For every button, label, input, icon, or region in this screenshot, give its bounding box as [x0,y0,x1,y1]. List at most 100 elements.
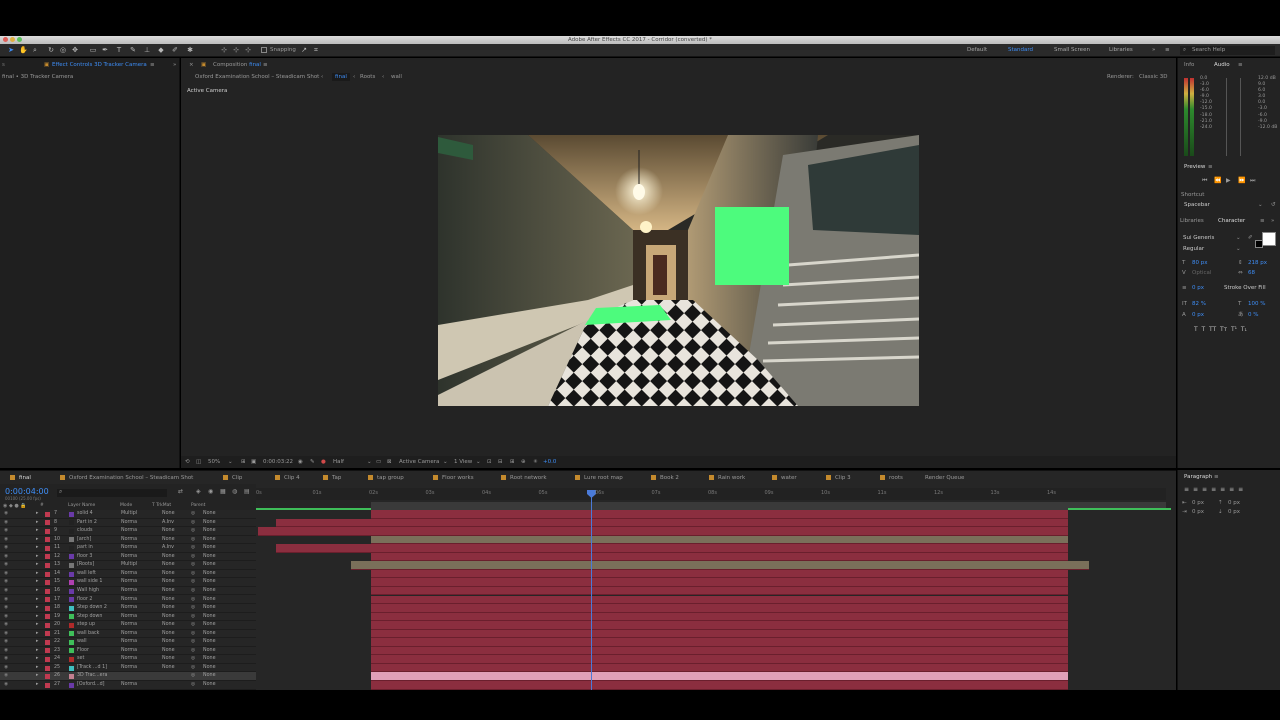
layer-mode[interactable]: Norma [121,655,137,664]
label-color-swatch[interactable] [45,605,50,611]
layer-duration-bar[interactable] [371,681,1068,690]
font-style-dropdown[interactable]: Regular [1183,245,1204,253]
show-snapshot-icon[interactable]: ✎ [310,458,315,467]
label-color-swatch[interactable] [45,545,50,551]
parent-pickwhip-icon[interactable]: ◎ [191,621,195,630]
audio-tab[interactable]: Audio [1214,61,1230,69]
layer-duration-bar[interactable] [371,569,1068,579]
panel-overflow-icon[interactable]: » [1271,217,1274,225]
layer-row[interactable]: ◉ ▸ 14 wall left Norma None None ◎ [0,570,256,579]
local-axis-icon[interactable]: ⊹ [220,46,228,54]
composition-tab[interactable]: Composition final [213,61,261,69]
layer-row[interactable]: ◉ ▸ 26 3D Trac...era None ◎ [0,672,256,681]
timeline-tab[interactable]: roots [880,474,903,482]
always-preview-icon[interactable]: ⟲ [185,458,190,467]
layer-parent[interactable]: None [203,561,216,570]
vertical-scale-value[interactable]: 82 % [1192,300,1206,308]
layer-mode[interactable]: Norma [121,604,137,613]
parent-pickwhip-icon[interactable]: ◎ [191,553,195,562]
info-tab[interactable]: Info [1184,61,1194,69]
layer-name[interactable]: wall [77,638,87,647]
layer-duration-bar[interactable] [371,663,1068,673]
label-color-swatch[interactable] [45,511,50,517]
layer-duration-bar[interactable] [371,535,1068,545]
kerning-value[interactable]: Optical [1192,269,1211,277]
draft-3d-toggle-icon[interactable]: ◈ [196,488,201,495]
camera-view-dropdown[interactable]: Active Camera [399,458,439,467]
parent-pickwhip-icon[interactable]: ◎ [191,604,195,613]
window-controls[interactable] [3,37,22,42]
indent-first-value[interactable]: 0 px [1192,508,1204,516]
transparency-grid-icon[interactable]: ▣ [251,458,256,467]
layer-duration-bar[interactable] [371,552,1068,562]
layer-duration-bar[interactable] [371,629,1068,639]
parent-pickwhip-icon[interactable]: ◎ [191,561,195,570]
visibility-eye-icon[interactable]: ◉ [4,630,8,639]
layer-mode[interactable]: Multipl [121,561,137,570]
layer-name[interactable]: Step down [77,613,102,622]
label-color-swatch[interactable] [45,674,50,680]
expand-arrow-icon[interactable]: ▸ [36,587,38,596]
comp-menu-icon[interactable]: ≡ [263,61,268,69]
composition-viewer[interactable] [438,135,919,406]
layer-row[interactable]: ◉ ▸ 27 [Oxford...d] Norma None ◎ [0,681,256,690]
layer-trkmat[interactable]: None [162,536,175,545]
panel-menu-icon[interactable]: ≡ [150,61,155,69]
layer-name[interactable]: wall left [77,570,96,579]
layer-trkmat[interactable]: None [162,510,175,519]
layer-name[interactable]: set [77,655,84,664]
resolution-dropdown[interactable]: Half [333,458,344,467]
layer-name[interactable]: floor 2 [77,596,92,605]
panel-overflow-icon[interactable]: » [173,61,176,69]
layer-mode[interactable]: Norma [121,630,137,639]
workspace-libraries[interactable]: Libraries [1109,46,1133,55]
timeline-tab[interactable]: Root network [501,474,547,482]
parent-pickwhip-icon[interactable]: ◎ [191,655,195,664]
expand-arrow-icon[interactable]: ▸ [36,527,38,536]
breadcrumb-2[interactable]: Roots [360,73,375,81]
timeline-tab[interactable]: final [10,474,31,482]
label-color-swatch[interactable] [45,682,50,688]
hand-tool-icon[interactable]: ✋ [19,46,28,54]
layer-row[interactable]: ◉ ▸ 23 Floor Norma None None ◎ [0,647,256,656]
label-color-swatch[interactable] [45,622,50,628]
flowchart-icon[interactable]: ⊕ [521,458,526,467]
baseline-shift-value[interactable]: 0 px [1192,311,1204,319]
layer-mode[interactable]: Norma [121,613,137,622]
label-color-swatch[interactable] [45,648,50,654]
layer-name[interactable]: part in [77,544,93,553]
layer-duration-bar[interactable] [371,672,1068,681]
snap-option-icon[interactable]: ↗ [300,46,308,54]
puppet-tool-icon[interactable]: ✱ [186,46,194,54]
layer-duration-bar[interactable] [371,646,1068,656]
zoom-tool-icon[interactable]: ⌕ [31,46,39,54]
layer-parent[interactable]: None [203,527,216,536]
expand-arrow-icon[interactable]: ▸ [36,655,38,664]
brush-tool-icon[interactable]: ✎ [129,46,137,54]
layer-trkmat[interactable]: None [162,621,175,630]
layer-name[interactable]: floor 3 [77,553,92,562]
font-size-value[interactable]: 80 px [1192,259,1208,267]
zoom-dropdown[interactable]: 50% [208,458,220,467]
layer-parent[interactable]: None [203,544,216,553]
label-color-swatch[interactable] [45,665,50,671]
layer-trkmat[interactable]: None [162,527,175,536]
layer-mode[interactable]: Norma [121,544,137,553]
space-before-value[interactable]: 0 px [1228,499,1240,507]
expand-arrow-icon[interactable]: ▸ [36,638,38,647]
layer-name[interactable]: clouds [77,527,93,536]
layer-trkmat[interactable]: None [162,647,175,656]
expand-arrow-icon[interactable]: ▸ [36,553,38,562]
snap-grid-icon[interactable]: ⌗ [312,46,320,54]
parent-pickwhip-icon[interactable]: ◎ [191,519,195,528]
col-trkmat[interactable]: T TrkMat [152,503,171,508]
layer-row[interactable]: ◉ ▸ 7 solid 4 Multipl None None ◎ [0,510,256,519]
layer-parent[interactable]: None [203,621,216,630]
eyedropper-icon[interactable]: ✐ [1248,234,1253,242]
label-color-swatch[interactable] [45,580,50,586]
layer-parent[interactable]: None [203,638,216,647]
timeline-tab[interactable]: Book 2 [651,474,679,482]
rectangle-tool-icon[interactable]: ▭ [89,46,97,54]
col-parent[interactable]: Parent [191,503,205,508]
paragraph-tab[interactable]: Paragraph [1184,473,1212,481]
